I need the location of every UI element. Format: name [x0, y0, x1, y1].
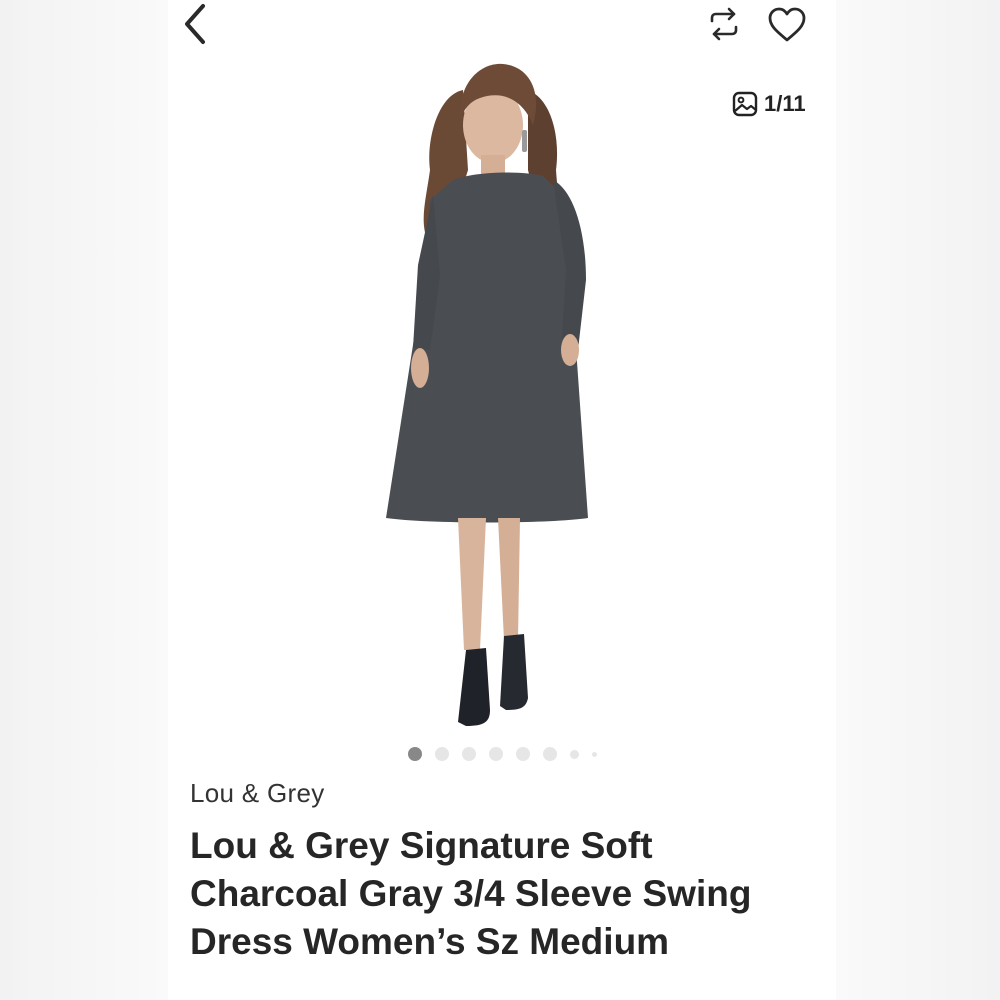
chevron-left-icon: [185, 4, 205, 44]
blurred-background-left: [0, 0, 168, 1000]
carousel-dots[interactable]: [168, 746, 836, 762]
carousel-dot[interactable]: [591, 751, 597, 757]
product-title: Lou & Grey Signature Soft Charcoal Gray …: [190, 825, 752, 962]
carousel-dot[interactable]: [488, 747, 503, 761]
carousel-dot[interactable]: [542, 747, 557, 761]
brand-name[interactable]: Lou & Grey: [190, 778, 325, 809]
back-button[interactable]: [174, 2, 218, 46]
carousel-dot[interactable]: [461, 747, 476, 761]
carousel-dot[interactable]: [434, 747, 449, 761]
heart-icon: [768, 7, 806, 42]
carousel-dot[interactable]: [407, 747, 422, 761]
repeat-icon: [710, 7, 738, 41]
blurred-background-right: [836, 0, 1000, 1000]
listing-screen: 1/11 Lou & Grey Lou & Grey Signature Sof…: [168, 0, 836, 1000]
repost-button[interactable]: [704, 4, 744, 44]
top-bar: [168, 0, 836, 60]
carousel-dot[interactable]: [515, 747, 530, 761]
product-photo[interactable]: [168, 50, 836, 740]
image-counter-text: 1/11: [764, 91, 806, 116]
carousel-dot[interactable]: [569, 749, 579, 759]
image-counter: 1/11: [732, 88, 806, 120]
image-icon: [732, 91, 758, 117]
like-button[interactable]: [766, 4, 808, 46]
